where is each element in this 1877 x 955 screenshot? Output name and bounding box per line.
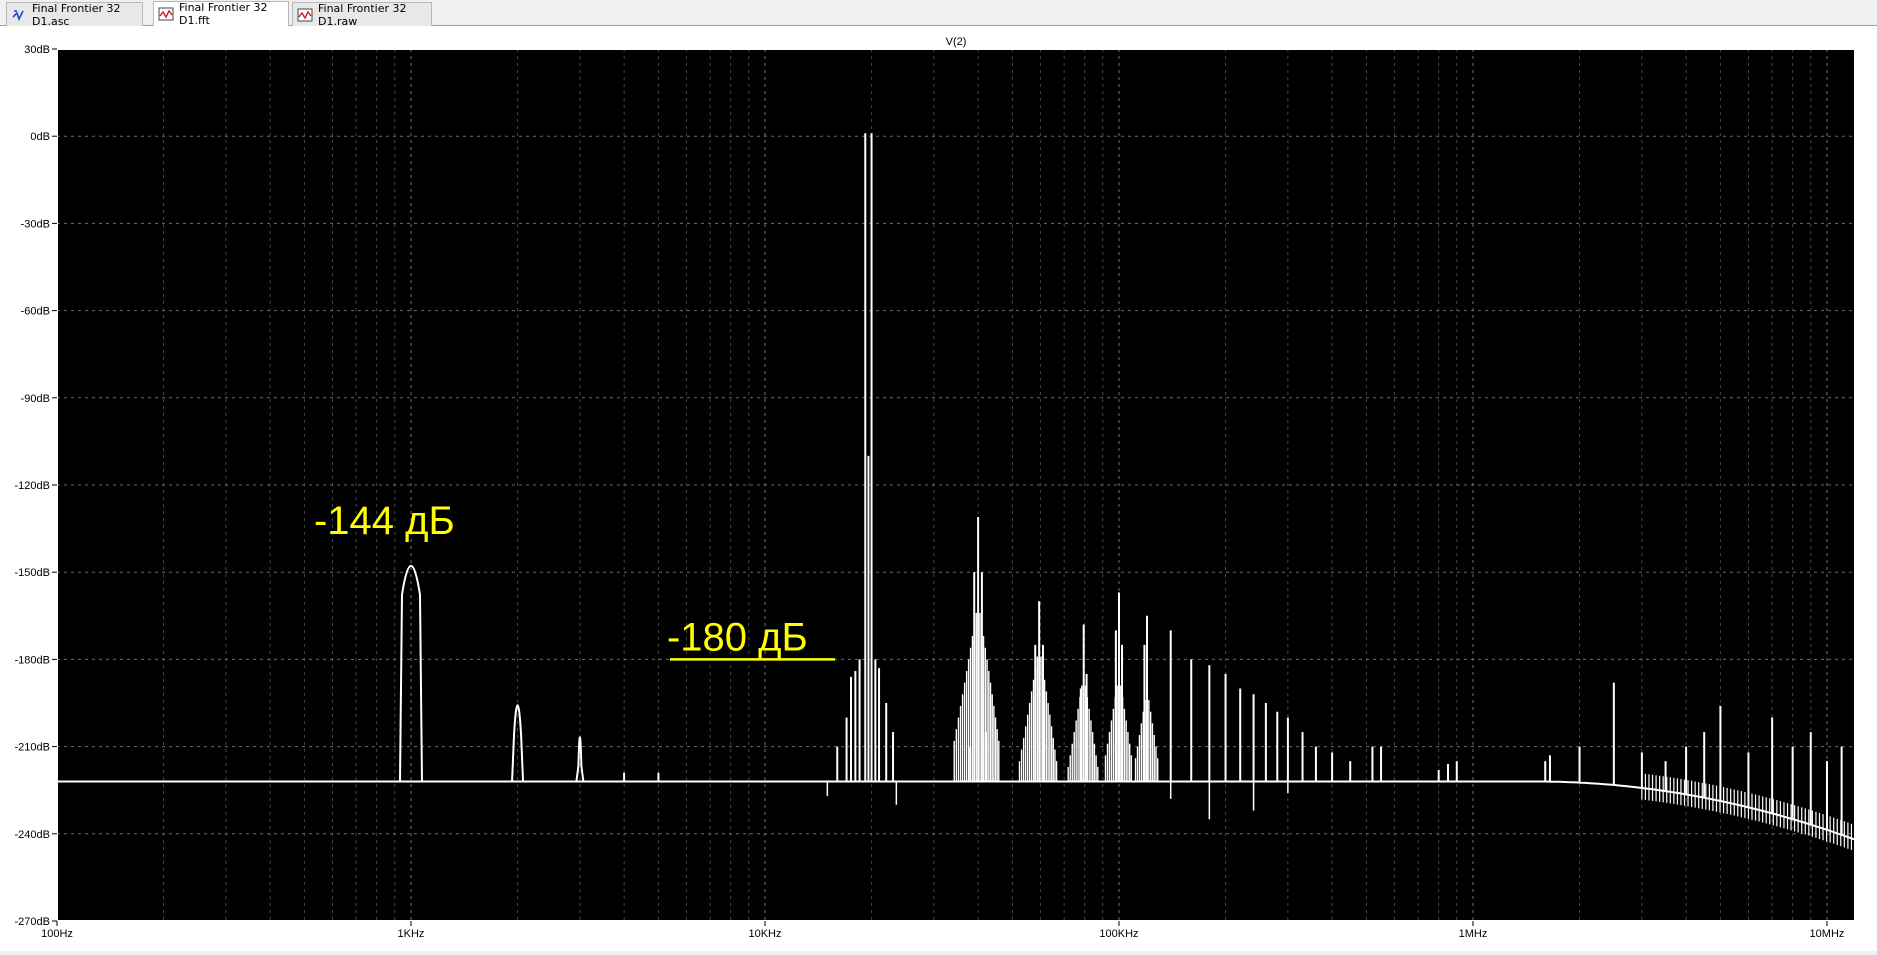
x-tick-label: 100Hz [41, 928, 73, 940]
annotation-label: -144 дБ [314, 499, 455, 543]
fft-plot[interactable]: 30dB 0dB -30dB -60dB -90dB -120dB -150dB -180dB… [0, 26, 1877, 951]
annotation-label: -180 дБ [667, 615, 808, 659]
x-tick-label: 1MHz [1459, 928, 1488, 940]
y-tick-label: -210dB [15, 742, 50, 754]
schematic-icon [12, 9, 24, 21]
y-tick-label: -240dB [15, 829, 50, 841]
y-tick-label: 0dB [30, 131, 50, 143]
tab-fft[interactable]: Final Frontier 32 D1.fft [153, 1, 289, 27]
x-tick-label: 10KHz [748, 928, 781, 940]
waveform-viewer[interactable]: 30dB 0dB -30dB -60dB -90dB -120dB -150dB -180dB… [0, 26, 1877, 951]
y-tick-label: -270dB [15, 916, 50, 928]
tab-label: Final Frontier 32 D1.fft [179, 1, 268, 27]
tab-raw[interactable]: Final Frontier 32 D1.raw [292, 1, 432, 28]
tab-label: Final Frontier 32 D1.raw [318, 1, 407, 28]
y-tick-label: 30dB [24, 44, 50, 56]
waveform-icon [158, 7, 174, 21]
tab-label: Final Frontier 32 D1.asc [32, 1, 121, 28]
waveform-icon [297, 8, 313, 21]
y-tick-label: -30dB [21, 218, 50, 230]
x-tick-label: 100KHz [1099, 928, 1138, 940]
y-tick-label: -60dB [21, 306, 50, 318]
y-tick-label: -180dB [15, 654, 50, 666]
y-tick-label: -120dB [15, 480, 50, 492]
tab-schematic[interactable]: Final Frontier 32 D1.asc [6, 1, 143, 28]
document-tab-bar: Final Frontier 32 D1.asc Final Frontier … [0, 0, 1877, 28]
chart-title: V(2) [946, 36, 967, 48]
x-tick-label: 10MHz [1810, 928, 1845, 940]
x-tick-label: 1KHz [398, 928, 425, 940]
y-tick-label: -150dB [15, 567, 50, 579]
y-tick-label: -90dB [21, 393, 50, 405]
